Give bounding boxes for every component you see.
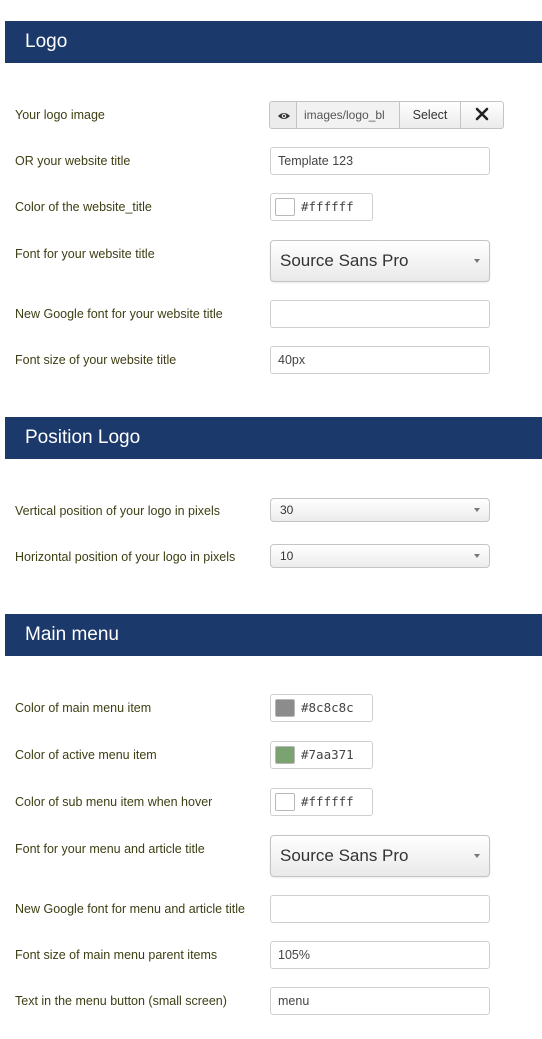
clear-image-button[interactable] xyxy=(460,101,504,129)
menu-button-text-input[interactable]: menu xyxy=(270,987,490,1015)
chevron-down-icon xyxy=(474,508,480,512)
sub-hover-color-label: Color of sub menu item when hover xyxy=(15,795,213,809)
selected-value: 30 xyxy=(280,503,294,517)
title-font-select[interactable]: Source Sans Pro xyxy=(270,240,490,282)
chevron-down-icon xyxy=(474,854,480,858)
active-item-color-picker[interactable]: #7aa371 xyxy=(270,741,373,769)
horizontal-position-label: Horizontal position of your logo in pixe… xyxy=(15,550,236,564)
section-header-logo: Logo xyxy=(5,21,542,63)
title-font-label: Font for your website title xyxy=(15,247,155,261)
preview-button[interactable] xyxy=(269,101,297,129)
select-image-button[interactable]: Select xyxy=(399,101,461,129)
section-header-position: Position Logo xyxy=(5,417,542,459)
title-color-label: Color of the website_title xyxy=(15,200,152,214)
selected-value: 10 xyxy=(280,549,294,563)
logo-image-field: images/logo_bl Select xyxy=(269,101,504,129)
parent-font-size-input[interactable]: 105% xyxy=(270,941,490,969)
color-swatch[interactable] xyxy=(275,746,295,764)
menu-font-label: Font for your menu and article title xyxy=(15,842,205,856)
title-font-size-label: Font size of your website title xyxy=(15,353,177,367)
google-font-label: New Google font for your website title xyxy=(15,307,223,321)
sub-hover-color-picker[interactable]: #ffffff xyxy=(270,788,373,816)
google-font-input[interactable] xyxy=(270,300,490,328)
section-title: Logo xyxy=(25,31,68,52)
selected-value: Source Sans Pro xyxy=(280,251,409,270)
logo-image-label: Your logo image xyxy=(15,108,105,122)
color-swatch[interactable] xyxy=(275,699,295,717)
menu-font-select[interactable]: Source Sans Pro xyxy=(270,835,490,877)
color-hex: #ffffff xyxy=(301,199,354,214)
selected-value: Source Sans Pro xyxy=(280,846,409,865)
section-title: Main menu xyxy=(25,624,119,645)
chevron-down-icon xyxy=(474,554,480,558)
vertical-position-select[interactable]: 30 xyxy=(270,498,490,522)
color-swatch[interactable] xyxy=(275,793,295,811)
menu-google-font-input[interactable] xyxy=(270,895,490,923)
menu-item-color-picker[interactable]: #8c8c8c xyxy=(270,694,373,722)
menu-button-text-label: Text in the menu button (small screen) xyxy=(15,994,227,1008)
parent-font-size-label: Font size of main menu parent items xyxy=(15,948,218,962)
website-title-label: OR your website title xyxy=(15,154,131,168)
section-header-main-menu: Main menu xyxy=(5,614,542,656)
vertical-position-label: Vertical position of your logo in pixels xyxy=(15,504,220,518)
menu-item-color-label: Color of main menu item xyxy=(15,701,152,715)
color-hex: #ffffff xyxy=(301,794,354,809)
horizontal-position-select[interactable]: 10 xyxy=(270,544,490,568)
title-font-size-input[interactable]: 40px xyxy=(270,346,490,374)
chevron-down-icon xyxy=(474,259,480,263)
logo-image-path[interactable]: images/logo_bl xyxy=(296,101,400,129)
eye-icon xyxy=(278,113,290,119)
section-title: Position Logo xyxy=(25,427,141,448)
active-item-color-label: Color of active menu item xyxy=(15,748,157,762)
color-swatch[interactable] xyxy=(275,198,295,216)
color-hex: #8c8c8c xyxy=(301,700,354,715)
title-color-picker[interactable]: #ffffff xyxy=(270,193,373,221)
close-icon xyxy=(475,107,489,121)
website-title-input[interactable]: Template 123 xyxy=(270,147,490,175)
color-hex: #7aa371 xyxy=(301,747,354,762)
menu-google-font-label: New Google font for menu and article tit… xyxy=(15,902,245,916)
